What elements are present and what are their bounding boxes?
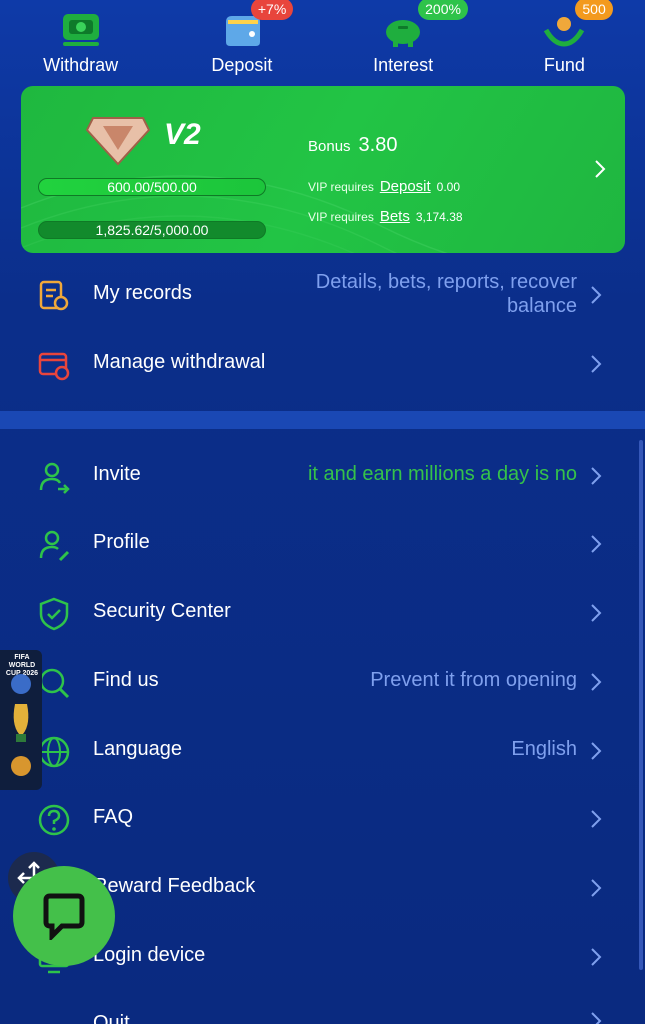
bonus-label: Bonus <box>308 138 351 155</box>
deposit-req-value: 0.00 <box>436 180 461 194</box>
menu-item-my-records[interactable]: My records Details, bets, reports, recov… <box>0 260 645 328</box>
live-chat-button[interactable] <box>13 866 115 966</box>
deposit-badge: +7% <box>250 0 294 20</box>
trophy-icon <box>11 674 31 776</box>
menu-label: My records <box>93 282 192 304</box>
menu-right-text: Details, bets, reports, recover balance <box>316 270 577 318</box>
menu-item-quit[interactable]: Quit <box>0 992 645 1024</box>
chevron-right-icon <box>591 535 602 553</box>
records-icon <box>39 280 69 311</box>
bets-req-prefix: VIP requires <box>308 210 374 224</box>
question-circle-icon <box>38 804 70 836</box>
find-us-hint: Prevent it from opening <box>370 669 577 691</box>
scrollbar[interactable] <box>639 440 643 970</box>
menu-right-line2: balance <box>506 295 577 317</box>
menu-item-find-us[interactable]: Find us Prevent it from opening <box>0 647 645 715</box>
menu-item-security-center[interactable]: Security Center <box>0 578 645 646</box>
deposit-progress-bar: 600.00/500.00 <box>38 178 266 196</box>
withdrawal-settings-icon <box>38 352 70 381</box>
fifa-promo-widget[interactable]: FIFA WORLD CUP 2026 <box>0 650 42 790</box>
chevron-right-icon <box>591 810 602 828</box>
menu-label: Find us <box>93 669 159 691</box>
deposit-req-prefix: VIP requires <box>308 180 374 194</box>
withdraw-button[interactable]: Withdraw <box>6 0 156 84</box>
menu-label: Manage withdrawal <box>93 351 266 373</box>
withdraw-icon <box>62 14 99 46</box>
menu-item-language[interactable]: Language English <box>0 716 645 784</box>
chevron-right-icon <box>591 673 602 691</box>
vip-gem-icon <box>85 117 151 166</box>
bonus-value: 3.80 <box>358 134 398 156</box>
menu-right-line1: Details, bets, reports, recover <box>315 271 577 293</box>
chevron-right-icon <box>591 286 602 304</box>
bets-req-link[interactable]: Bets <box>380 208 410 225</box>
chevron-right-icon <box>591 604 602 622</box>
chevron-right-icon <box>595 160 606 178</box>
menu-label: Login device <box>93 944 206 966</box>
withdraw-label: Withdraw <box>43 55 119 75</box>
interest-button[interactable]: 200% Interest <box>328 0 478 84</box>
deposit-label: Deposit <box>211 55 273 75</box>
menu-label: Profile <box>93 531 150 553</box>
fund-button[interactable]: 500 Fund <box>489 0 639 84</box>
bets-requirement: VIP requires Bets 3,174.38 <box>308 208 463 225</box>
invite-user-icon <box>39 462 70 494</box>
language-value: English <box>511 738 577 760</box>
menu-label: Reward Feedback <box>93 875 256 897</box>
vip-card[interactable]: V2 600.00/500.00 1,825.62/5,000.00 Bonus… <box>21 86 625 253</box>
bonus-row: Bonus 3.80 <box>308 134 397 157</box>
fund-label: Fund <box>543 55 585 75</box>
menu-item-profile[interactable]: Profile <box>0 509 645 577</box>
interest-label: Interest <box>373 55 434 75</box>
deposit-button[interactable]: +7% Deposit <box>167 0 317 84</box>
menu-label: Invite <box>93 463 141 485</box>
quick-actions-row: Withdraw +7% Deposit 200% Interest 500 F… <box>0 0 645 84</box>
chat-bubble-icon <box>43 893 85 940</box>
account-page: Withdraw +7% Deposit 200% Interest 500 F… <box>0 0 645 1024</box>
chevron-right-icon <box>591 1012 602 1024</box>
menu-label: Security Center <box>93 600 231 622</box>
shield-icon <box>39 597 69 631</box>
chevron-right-icon <box>591 879 602 897</box>
menu-label: Quit <box>93 1012 130 1024</box>
menu-label: FAQ <box>93 806 134 828</box>
chevron-right-icon <box>591 355 602 373</box>
interest-badge: 200% <box>418 0 468 20</box>
bets-progress-bar: 1,825.62/5,000.00 <box>38 221 266 239</box>
chevron-right-icon <box>591 742 602 760</box>
bets-req-value: 3,174.38 <box>415 210 463 224</box>
menu-item-faq[interactable]: FAQ <box>0 784 645 852</box>
chevron-right-icon <box>591 467 602 485</box>
section-divider <box>0 411 645 429</box>
deposit-req-link[interactable]: Deposit <box>380 178 431 195</box>
chevron-right-icon <box>591 948 602 966</box>
menu-item-manage-withdrawal[interactable]: Manage withdrawal <box>0 329 645 397</box>
invite-marquee: it and earn millions a day is no <box>307 463 577 485</box>
vip-level: V2 <box>164 118 201 151</box>
fund-badge: 500 <box>575 0 613 20</box>
profile-edit-icon <box>39 530 70 562</box>
deposit-requirement: VIP requires Deposit 0.00 <box>308 178 460 195</box>
menu-item-invite[interactable]: Invite it and earn millions a day is no <box>0 441 645 509</box>
menu-label: Language <box>93 738 182 760</box>
